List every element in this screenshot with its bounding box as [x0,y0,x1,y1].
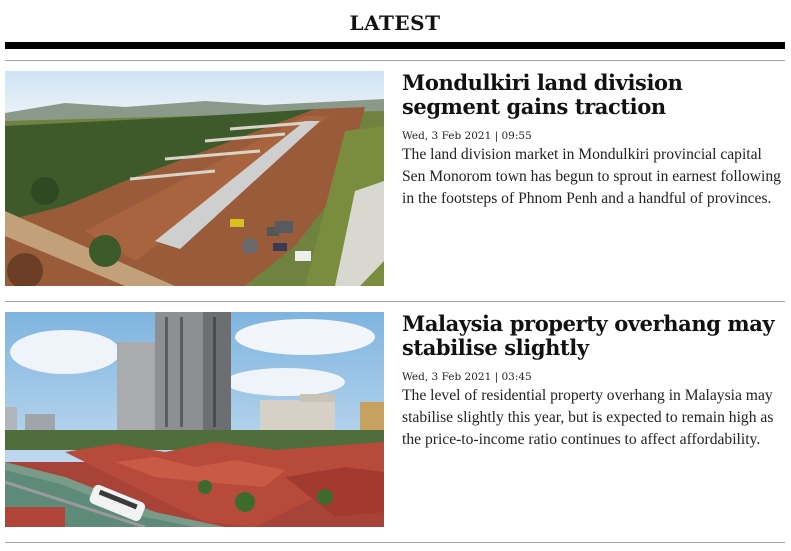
article-thumbnail[interactable] [5,312,384,527]
section-header: LATEST [5,0,785,50]
header-rule [5,42,785,49]
article-headline[interactable]: Mondulkiri land division segment gains t… [402,71,785,119]
article-date: Wed, 3 Feb 2021 | 03:45 [402,371,532,383]
section-title: LATEST [349,11,441,35]
article-text: Mondulkiri land division segment gains t… [402,71,785,210]
city-river-photo [5,312,384,527]
article-headline[interactable]: Malaysia property overhang may stabilise… [402,312,785,360]
article-card: Mondulkiri land division segment gains t… [5,71,785,287]
article-summary: The land division market in Mondulkiri p… [402,146,781,207]
article-card: Malaysia property overhang may stabilise… [5,312,785,528]
article-summary: The level of residential property overha… [402,387,774,448]
article-date: Wed, 3 Feb 2021 | 09:55 [402,130,532,142]
divider [5,542,785,543]
aerial-land-photo [5,71,384,286]
divider [5,301,785,302]
article-thumbnail[interactable] [5,71,384,286]
article-text: Malaysia property overhang may stabilise… [402,312,785,451]
divider [5,60,785,61]
